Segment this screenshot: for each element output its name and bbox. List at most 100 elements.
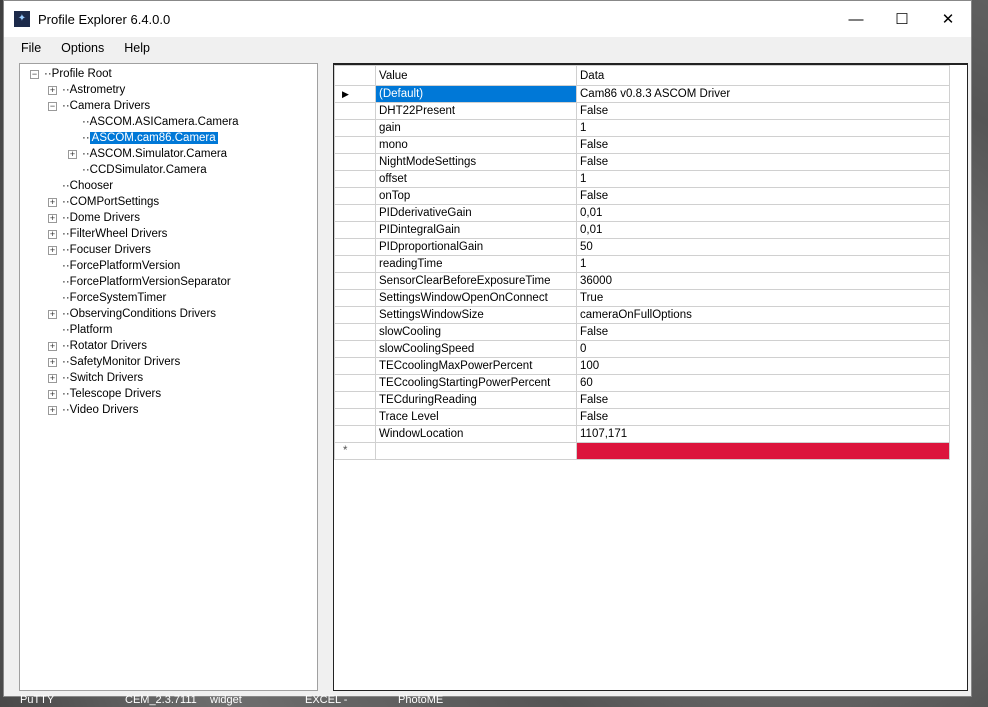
collapse-icon[interactable]: − [30, 70, 39, 79]
new-data-cell[interactable] [576, 442, 950, 460]
tree-node[interactable]: ··FilterWheel Drivers [62, 226, 167, 242]
expand-icon[interactable]: + [48, 198, 57, 207]
table-row[interactable]: WindowLocation 1107,171 [334, 425, 950, 443]
table-row[interactable]: SensorClearBeforeExposureTime 36000 [334, 272, 950, 290]
value-cell[interactable]: NightModeSettings [375, 153, 577, 171]
table-row[interactable]: PIDintegralGain 0,01 [334, 221, 950, 239]
row-header[interactable] [334, 187, 376, 205]
row-header[interactable] [334, 204, 376, 222]
row-header[interactable] [334, 153, 376, 171]
expand-icon[interactable]: + [48, 246, 57, 255]
row-header[interactable] [334, 136, 376, 154]
data-cell[interactable]: False [576, 153, 950, 171]
data-cell[interactable]: 100 [576, 357, 950, 375]
tree-node[interactable]: ··Profile Root [44, 66, 112, 82]
expand-icon[interactable]: + [48, 86, 57, 95]
data-cell[interactable]: 0 [576, 340, 950, 358]
tree-node[interactable]: ··ForcePlatformVersion [62, 258, 180, 274]
menu-help[interactable]: Help [114, 41, 160, 55]
data-cell[interactable]: False [576, 136, 950, 154]
desktop-icon-label[interactable]: PhotoME [398, 694, 443, 706]
value-cell[interactable]: PIDintegralGain [375, 221, 577, 239]
expand-icon[interactable]: + [48, 390, 57, 399]
data-cell[interactable]: Cam86 v0.8.3 ASCOM Driver [576, 85, 950, 103]
row-header[interactable] [334, 391, 376, 409]
value-cell[interactable]: mono [375, 136, 577, 154]
expand-icon[interactable]: + [48, 230, 57, 239]
tree-node[interactable]: ·· ASCOM.cam86.Camera [82, 130, 218, 146]
row-header[interactable] [334, 357, 376, 375]
table-row[interactable]: NightModeSettings False [334, 153, 950, 171]
table-row[interactable]: onTop False [334, 187, 950, 205]
table-row[interactable]: Trace Level False [334, 408, 950, 426]
tree-node[interactable]: ··CCDSimulator.Camera [82, 162, 207, 178]
expand-icon[interactable]: + [48, 374, 57, 383]
tree-node[interactable]: ··ASCOM.ASICamera.Camera [82, 114, 239, 130]
row-header[interactable] [334, 374, 376, 392]
value-cell[interactable]: TECcoolingMaxPowerPercent [375, 357, 577, 375]
data-cell[interactable]: 1 [576, 170, 950, 188]
value-cell[interactable]: gain [375, 119, 577, 137]
tree-node[interactable]: ··COMPortSettings [62, 194, 159, 210]
tree-node[interactable]: ··Platform [62, 322, 113, 338]
table-row[interactable]: TECcoolingMaxPowerPercent 100 [334, 357, 950, 375]
value-cell[interactable]: onTop [375, 187, 577, 205]
desktop-icon-label[interactable]: widget [210, 694, 242, 706]
menu-options[interactable]: Options [51, 41, 114, 55]
data-cell[interactable]: False [576, 408, 950, 426]
row-header[interactable] [334, 425, 376, 443]
table-row[interactable]: TECduringReading False [334, 391, 950, 409]
value-cell[interactable]: WindowLocation [375, 425, 577, 443]
tree-node[interactable]: ··ForceSystemTimer [62, 290, 166, 306]
new-row-marker[interactable]: * [334, 442, 376, 460]
data-cell[interactable]: 36000 [576, 272, 950, 290]
table-row[interactable]: PIDderivativeGain 0,01 [334, 204, 950, 222]
row-header[interactable] [334, 306, 376, 324]
row-header[interactable] [334, 408, 376, 426]
value-cell[interactable]: DHT22Present [375, 102, 577, 120]
row-header[interactable] [334, 340, 376, 358]
desktop-icon-label[interactable]: PuTTY [20, 694, 54, 706]
value-cell[interactable]: slowCooling [375, 323, 577, 341]
row-header[interactable] [334, 272, 376, 290]
data-cell[interactable]: False [576, 187, 950, 205]
tree-node[interactable]: ··Rotator Drivers [62, 338, 147, 354]
values-grid[interactable]: Value Data ▶ (Default) Cam86 v0.8.3 ASCO… [333, 63, 968, 691]
value-cell[interactable]: TECcoolingStartingPowerPercent [375, 374, 577, 392]
data-cell[interactable]: 1107,171 [576, 425, 950, 443]
data-cell[interactable]: True [576, 289, 950, 307]
row-header[interactable] [334, 255, 376, 273]
expand-icon[interactable]: + [48, 358, 57, 367]
expand-icon[interactable]: + [48, 406, 57, 415]
row-header[interactable]: ▶ [334, 85, 376, 103]
collapse-icon[interactable]: − [48, 102, 57, 111]
row-header[interactable] [334, 289, 376, 307]
tree-node[interactable]: ··Astrometry [62, 82, 125, 98]
tree-node[interactable]: ··Telescope Drivers [62, 386, 161, 402]
new-value-cell[interactable] [375, 442, 577, 460]
desktop-icon-label[interactable]: CEM_2.3.7111 [125, 694, 197, 706]
row-header[interactable] [334, 102, 376, 120]
value-cell[interactable]: SensorClearBeforeExposureTime [375, 272, 577, 290]
table-row[interactable]: TECcoolingStartingPowerPercent 60 [334, 374, 950, 392]
data-cell[interactable]: False [576, 391, 950, 409]
row-header[interactable] [334, 323, 376, 341]
table-row[interactable]: slowCoolingSpeed 0 [334, 340, 950, 358]
table-row[interactable]: PIDproportionalGain 50 [334, 238, 950, 256]
data-cell[interactable]: cameraOnFullOptions [576, 306, 950, 324]
close-button[interactable]: ✕ [925, 1, 971, 37]
menu-file[interactable]: File [11, 41, 51, 55]
tree-node[interactable]: ··Camera Drivers [62, 98, 150, 114]
row-header[interactable] [334, 119, 376, 137]
tree-node[interactable]: ··Dome Drivers [62, 210, 140, 226]
data-cell[interactable]: 1 [576, 119, 950, 137]
value-cell[interactable]: SettingsWindowOpenOnConnect [375, 289, 577, 307]
data-cell[interactable]: 50 [576, 238, 950, 256]
desktop-icon-label[interactable]: EXCEL - [305, 694, 347, 706]
expand-icon[interactable]: + [48, 214, 57, 223]
maximize-button[interactable]: ☐ [879, 1, 925, 37]
table-row[interactable]: readingTime 1 [334, 255, 950, 273]
table-row[interactable]: DHT22Present False [334, 102, 950, 120]
value-cell[interactable]: (Default) [375, 85, 577, 103]
tree-node[interactable]: ··Chooser [62, 178, 113, 194]
